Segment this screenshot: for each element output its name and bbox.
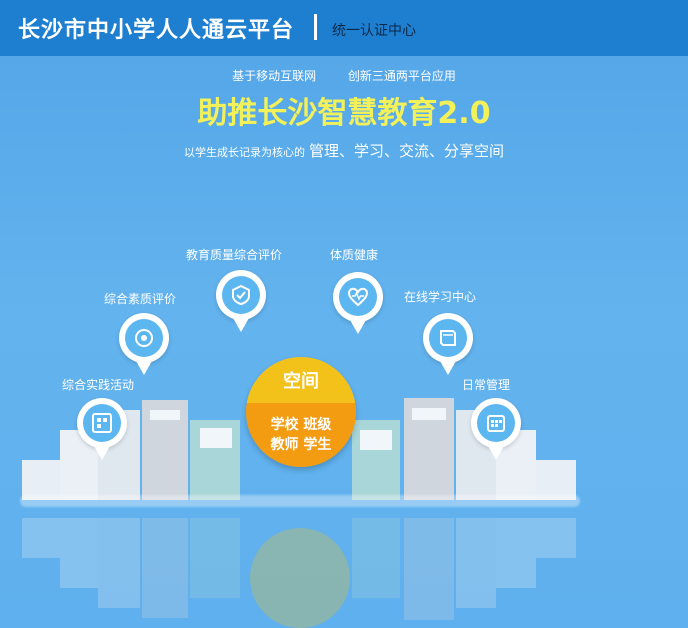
feature-label-learning: 在线学习中心 (404, 290, 477, 304)
space-badge-top: 空间 (246, 357, 356, 403)
feature-label-evaluation: 教育质量综合评价 (186, 248, 283, 262)
description-prefix: 以学生成长记录为核心的 (183, 146, 305, 159)
feature-pin-daily[interactable] (471, 398, 521, 460)
description-main: 管理、学习、交流、分享空间 (308, 142, 504, 160)
tagline-left: 基于移动互联网 (232, 69, 317, 83)
space-badge-row1: 学校 班级 (270, 417, 332, 433)
calendar-icon (477, 404, 515, 442)
space-badge-bottom: 学校 班级 教师 学生 (246, 403, 356, 467)
quality-icon (125, 319, 163, 357)
city-reflection (22, 518, 576, 628)
buildings-right (352, 398, 576, 500)
hero-description: 以学生成长记录为核心的 管理、学习、交流、分享空间 (0, 140, 688, 161)
site-title: 长沙市中小学人人通云平台 (18, 18, 295, 43)
site-subtitle: 统一认证中心 (332, 23, 416, 39)
health-icon (339, 278, 377, 316)
title-divider (314, 14, 317, 40)
space-badge-row2: 教师 学生 (270, 437, 332, 453)
space-badge: 空间 学校 班级 教师 学生 (246, 357, 356, 467)
hero-headline: 助推长沙智慧教育2.0 (197, 96, 491, 131)
hero-tagline: 基于移动互联网 创新三通两平台应用 (0, 67, 688, 84)
feature-label-quality: 综合素质评价 (104, 292, 177, 306)
feature-pin-evaluation[interactable] (216, 270, 266, 332)
book-icon (429, 319, 467, 357)
feature-pin-quality[interactable] (119, 313, 169, 375)
space-badge-title: 空间 (283, 371, 319, 392)
activity-icon (83, 404, 121, 442)
ground-shadow (20, 495, 580, 507)
feature-pin-learning[interactable] (423, 313, 473, 375)
feature-label-practice: 综合实践活动 (62, 378, 135, 392)
buildings-left (22, 400, 240, 500)
feature-label-daily: 日常管理 (462, 378, 511, 392)
tagline-right: 创新三通两平台应用 (347, 69, 456, 83)
feature-label-health: 体质健康 (330, 248, 379, 262)
feature-pin-health[interactable] (333, 272, 383, 334)
top-bar: 长沙市中小学人人通云平台 统一认证中心 (0, 0, 688, 56)
evaluation-icon (222, 276, 260, 314)
feature-pin-practice[interactable] (77, 398, 127, 460)
